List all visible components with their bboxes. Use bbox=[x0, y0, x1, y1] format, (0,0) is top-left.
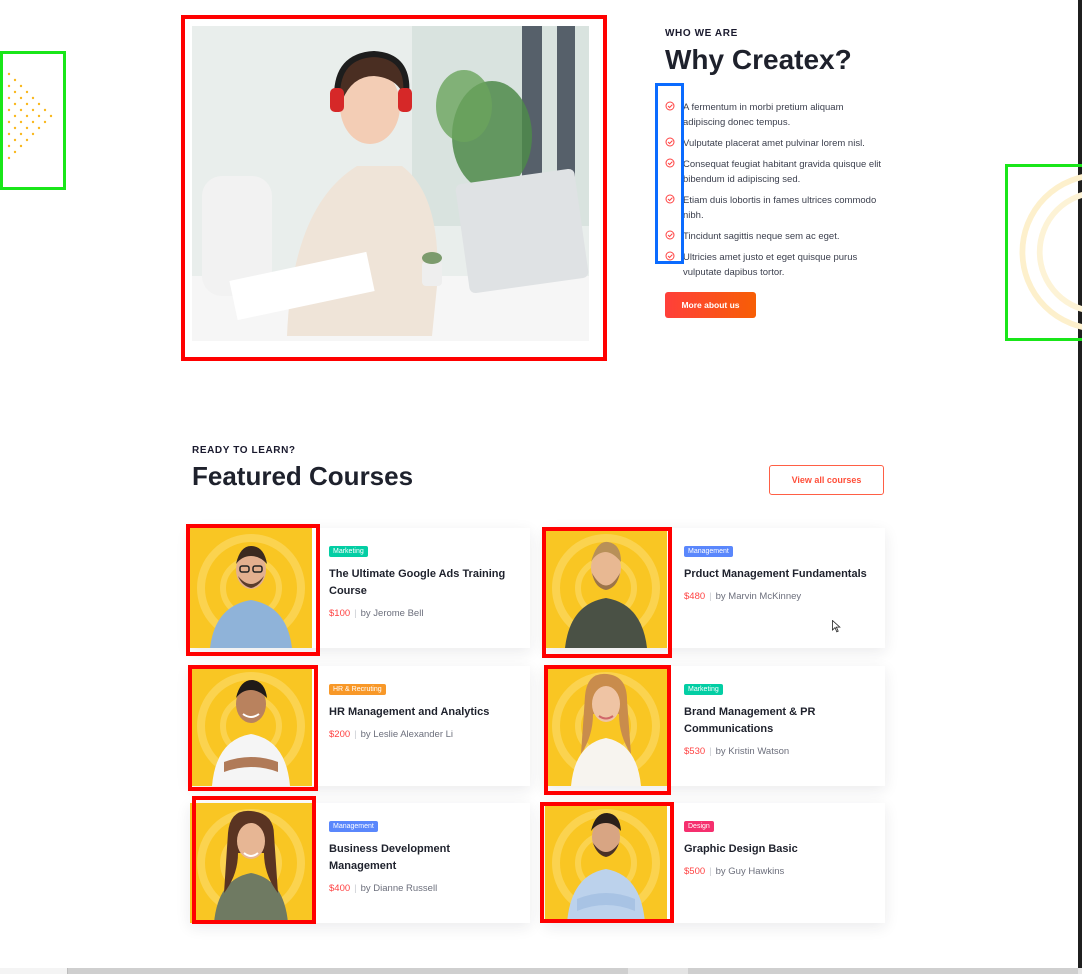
course-meta: $200 | by Leslie Alexander Li bbox=[329, 729, 519, 740]
section-title: Why Createx? bbox=[665, 44, 852, 75]
course-meta: $400 | by Dianne Russell bbox=[329, 883, 519, 894]
scrollbar-thumb[interactable] bbox=[68, 968, 628, 974]
feature-text: A fermentum in morbi pretium aliquam adi… bbox=[683, 102, 844, 128]
more-about-us-button[interactable]: More about us bbox=[665, 292, 756, 318]
course-author: by Dianne Russell bbox=[360, 883, 438, 894]
feature-text: Etiam duis lobortis in fames ultrices co… bbox=[683, 195, 877, 221]
horizontal-scrollbar[interactable] bbox=[0, 968, 1082, 974]
mouse-pointer-icon bbox=[832, 620, 841, 633]
course-author: by Guy Hawkins bbox=[715, 866, 785, 877]
course-title[interactable]: HR Management and Analytics bbox=[329, 704, 519, 721]
category-badge: Management bbox=[329, 821, 378, 832]
course-price: $200 bbox=[329, 729, 351, 740]
course-title[interactable]: The Ultimate Google Ads Training Course bbox=[329, 566, 519, 600]
meta-separator: | bbox=[354, 729, 357, 740]
instructor-photo-highlight bbox=[188, 665, 318, 791]
category-badge: Marketing bbox=[684, 684, 723, 695]
course-info: Marketing The Ultimate Google Ads Traini… bbox=[329, 528, 519, 619]
course-info: Management Prduct Management Fundamental… bbox=[684, 528, 874, 602]
feature-text: Ultricies amet justo et eget quisque pur… bbox=[683, 252, 858, 278]
feature-list-item: Ultricies amet justo et eget quisque pur… bbox=[665, 250, 887, 280]
dots-decoration-frame bbox=[0, 51, 66, 190]
course-info: Marketing Brand Management & PR Communic… bbox=[684, 666, 874, 757]
meta-separator: | bbox=[709, 866, 712, 877]
scrollbar-thumb-secondary[interactable] bbox=[688, 968, 1078, 974]
course-meta: $480 | by Marvin McKinney bbox=[684, 591, 874, 602]
meta-separator: | bbox=[354, 883, 357, 894]
course-title[interactable]: Graphic Design Basic bbox=[684, 841, 874, 858]
course-meta: $500 | by Guy Hawkins bbox=[684, 866, 874, 877]
course-price: $100 bbox=[329, 608, 351, 619]
course-meta: $100 | by Jerome Bell bbox=[329, 608, 519, 619]
category-badge: Design bbox=[684, 821, 714, 832]
courses-title: Featured Courses bbox=[192, 461, 414, 491]
instructor-photo-highlight bbox=[542, 527, 672, 658]
category-badge: Marketing bbox=[329, 546, 368, 557]
view-all-courses-button[interactable]: View all courses bbox=[769, 465, 884, 495]
feature-list-item: A fermentum in morbi pretium aliquam adi… bbox=[665, 100, 887, 130]
page-edge-divider bbox=[1078, 0, 1082, 968]
courses-eyebrow: READY TO LEARN? bbox=[192, 445, 296, 456]
feature-list-item: Vulputate placerat amet pulvinar lorem n… bbox=[665, 136, 887, 151]
section-eyebrow: WHO WE ARE bbox=[665, 28, 738, 39]
meta-separator: | bbox=[354, 608, 357, 619]
meta-separator: | bbox=[709, 591, 712, 602]
feature-list-item: Tincidunt sagittis neque sem ac eget. bbox=[665, 229, 887, 244]
course-title[interactable]: Prduct Management Fundamentals bbox=[684, 566, 874, 583]
category-badge: Management bbox=[684, 546, 733, 557]
meta-separator: | bbox=[709, 746, 712, 757]
course-price: $500 bbox=[684, 866, 706, 877]
scrollbar-left-cap bbox=[0, 968, 68, 974]
course-info: Management Business Development Manageme… bbox=[329, 803, 519, 894]
course-meta: $530 | by Kristin Watson bbox=[684, 746, 874, 757]
course-author: by Kristin Watson bbox=[715, 746, 790, 757]
feature-list: A fermentum in morbi pretium aliquam adi… bbox=[665, 100, 887, 286]
course-price: $480 bbox=[684, 591, 706, 602]
category-badge: HR & Recruting bbox=[329, 684, 386, 695]
course-author: by Leslie Alexander Li bbox=[360, 729, 454, 740]
dots-pattern-icon bbox=[7, 72, 53, 160]
feature-text: Vulputate placerat amet pulvinar lorem n… bbox=[683, 138, 865, 149]
instructor-photo-highlight bbox=[186, 524, 320, 656]
course-price: $400 bbox=[329, 883, 351, 894]
course-title[interactable]: Brand Management & PR Communications bbox=[684, 704, 874, 738]
course-info: Design Graphic Design Basic $500 | by Guy … bbox=[684, 803, 874, 877]
check-icons-highlight bbox=[655, 83, 684, 264]
feature-text: Tincidunt sagittis neque sem ac eget. bbox=[683, 231, 840, 242]
instructor-photo-highlight bbox=[192, 796, 316, 924]
course-info: HR & Recruting HR Management and Analyti… bbox=[329, 666, 519, 740]
course-author: by Jerome Bell bbox=[360, 608, 424, 619]
instructor-photo-highlight bbox=[540, 802, 674, 923]
course-title[interactable]: Business Development Management bbox=[329, 841, 519, 875]
hero-photo-highlight bbox=[181, 15, 607, 361]
feature-text: Consequat feugiat habitant gravida quisq… bbox=[683, 159, 882, 185]
rings-pattern-icon bbox=[1019, 174, 1082, 330]
feature-list-item: Consequat feugiat habitant gravida quisq… bbox=[665, 157, 887, 187]
feature-list-item: Etiam duis lobortis in fames ultrices co… bbox=[665, 193, 887, 223]
rings-decoration-frame bbox=[1005, 164, 1082, 341]
course-price: $530 bbox=[684, 746, 706, 757]
instructor-photo-highlight bbox=[544, 665, 671, 795]
course-author: by Marvin McKinney bbox=[715, 591, 802, 602]
